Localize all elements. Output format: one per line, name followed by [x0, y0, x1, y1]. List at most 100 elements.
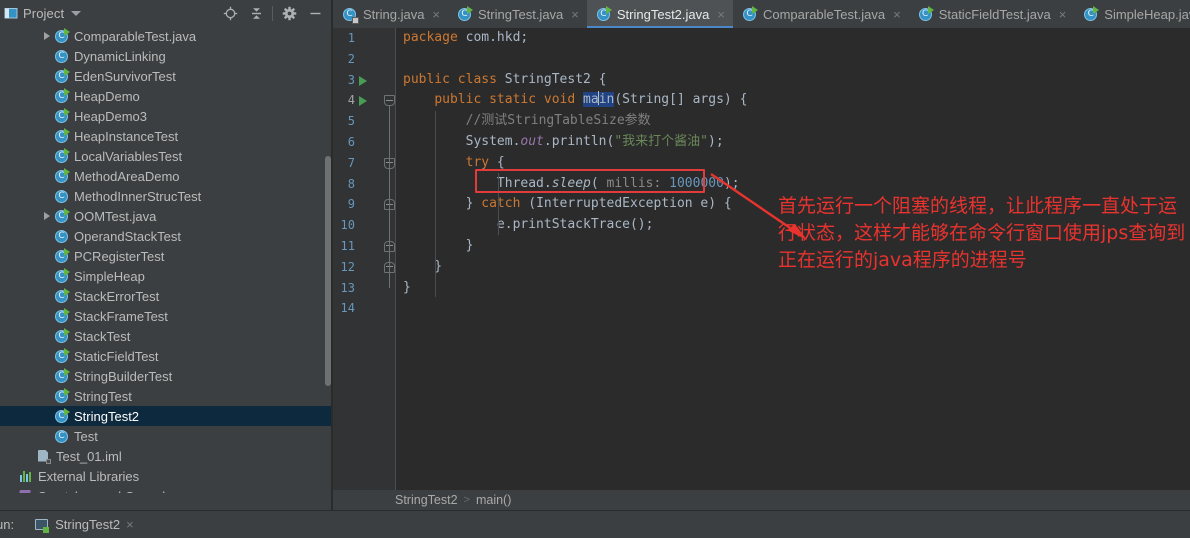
tree-item-stacktest[interactable]: C StackTest [0, 326, 332, 346]
code-line-4: public static void main(String[] args) { [434, 91, 748, 108]
tree-item-staticfieldtest[interactable]: C StaticFieldTest [0, 346, 332, 366]
tree-expand-spacer [44, 52, 50, 60]
code-fold-icon[interactable] [384, 95, 395, 107]
editor-tab-label: StringTest.java [478, 6, 564, 22]
line-number: 7 [347, 155, 355, 170]
tree-item-methodinnerstructest[interactable]: C MethodInnerStrucTest [0, 186, 332, 206]
tree-expand-spacer [44, 312, 50, 320]
run-configuration-tab[interactable]: StringTest2 × [34, 517, 134, 533]
tree-item-stringtest2[interactable]: C StringTest2 [0, 406, 332, 426]
project-panel-header: Project [0, 0, 332, 26]
breadcrumb-class[interactable]: StringTest2 [395, 493, 458, 507]
code-editor[interactable]: 1 2 3 4 5 6 7 8 9 10 11 12 13 14 package com.hkd; publ… [333, 28, 1190, 490]
run-configuration-icon [34, 518, 50, 533]
tree-item-stackframetest[interactable]: C StackFrameTest [0, 306, 332, 326]
tree-expand-arrow[interactable] [44, 32, 50, 40]
tree-item-comparabletest-java[interactable]: C ComparableTest.java [0, 26, 332, 46]
close-icon[interactable]: × [126, 517, 134, 532]
close-icon[interactable]: × [1059, 8, 1067, 21]
java-class-icon: C [457, 5, 474, 22]
editor-gutter[interactable]: 1 2 3 4 5 6 7 8 9 10 11 12 13 14 [333, 28, 396, 490]
java-class-icon: C [54, 107, 70, 124]
close-icon[interactable]: × [893, 8, 901, 21]
close-icon[interactable]: × [717, 8, 725, 21]
tree-item-scratches-and-consoles[interactable]: Scratches and Consoles [0, 486, 332, 493]
close-icon[interactable]: × [571, 8, 579, 21]
tree-item-stringbuildertest[interactable]: C StringBuilderTest [0, 366, 332, 386]
run-badge-icon [64, 307, 70, 316]
java-class-icon: C [54, 387, 70, 404]
tree-expand-spacer [44, 392, 50, 400]
run-badge-icon [751, 5, 758, 14]
tree-item-label: StackErrorTest [74, 288, 160, 304]
editor-tab-simpleheap-java[interactable]: CSimpleHeap.java× [1074, 0, 1190, 28]
tree-item-external-libraries[interactable]: External Libraries [0, 466, 332, 486]
annotation-note: 首先运行一个阻塞的线程，让此程序一直处于运行状态，这样才能够在命令行窗口使用jp… [778, 195, 1186, 271]
tree-item-pcregistertest[interactable]: C PCRegisterTest [0, 246, 332, 266]
chevron-down-icon[interactable] [71, 10, 82, 16]
editor-tab-string-java[interactable]: C String.java × [333, 0, 449, 28]
tree-item-test-01-iml[interactable]: Test_01.iml [0, 446, 332, 466]
tree-expand-spacer [44, 412, 50, 420]
project-tree[interactable]: C ComparableTest.java C DynamicLinking C Eden… [0, 26, 332, 493]
line-number: 2 [347, 51, 355, 66]
java-class-icon: C [54, 229, 69, 244]
tree-item-label: StackTest [74, 328, 131, 344]
minimize-icon[interactable] [302, 1, 328, 25]
tree-item-oomtest-java[interactable]: C OOMTest.java [0, 206, 332, 226]
editor-tab-label: SimpleHeap.java [1104, 6, 1190, 22]
tree-item-test[interactable]: C Test [0, 426, 332, 446]
tree-item-stringtest[interactable]: C StringTest [0, 386, 332, 406]
tree-item-label: MethodInnerStrucTest [74, 188, 202, 204]
java-class-icon: C [54, 87, 70, 104]
run-badge-icon [64, 347, 70, 356]
tree-item-label: Scratches and Consoles [38, 489, 179, 494]
external-libraries-icon [18, 469, 33, 484]
tree-item-operandstacktest[interactable]: C OperandStackTest [0, 226, 332, 246]
java-class-icon: C [54, 207, 70, 224]
tree-item-label: DynamicLinking [74, 48, 166, 64]
tree-item-label: StackFrameTest [74, 308, 168, 324]
java-class-icon: C [54, 407, 70, 424]
run-gutter-icon[interactable] [359, 75, 367, 86]
editor-tab-comparabletest-java[interactable]: C ComparableTest.java × [732, 0, 909, 28]
fold-region-line [389, 169, 390, 227]
editor-tab-label: ComparableTest.java [762, 6, 886, 22]
tree-expand-arrow[interactable] [44, 212, 50, 220]
java-class-icon: C [1083, 5, 1100, 22]
tree-item-stackerrortest[interactable]: C StackErrorTest [0, 286, 332, 306]
editor-tab-stringtest-java[interactable]: C StringTest.java × [448, 0, 587, 28]
editor-tab-stringtest2-java[interactable]: C StringTest2.java × [586, 0, 734, 28]
gutter-line-13: 13 [333, 278, 396, 299]
run-gutter-icon[interactable] [359, 96, 367, 107]
run-badge-icon [64, 27, 70, 36]
gear-icon[interactable] [276, 1, 302, 25]
java-class-icon: C [54, 347, 70, 364]
tree-item-label: MethodAreaDemo [74, 168, 180, 184]
java-class-icon: C [54, 429, 69, 444]
tree-item-heapinstancetest[interactable]: C HeapInstanceTest [0, 126, 332, 146]
java-class-icon: C [54, 27, 70, 44]
java-class-icon: C [54, 287, 70, 304]
tree-item-edensurvivortest[interactable]: C EdenSurvivorTest [0, 66, 332, 86]
tree-item-label: OperandStackTest [74, 228, 181, 244]
tree-expand-spacer [8, 492, 14, 493]
tree-expand-spacer [44, 92, 50, 100]
locate-target-icon[interactable] [217, 1, 243, 25]
close-icon[interactable]: × [432, 8, 440, 21]
tree-item-dynamiclinking[interactable]: C DynamicLinking [0, 46, 332, 66]
tree-item-heapdemo3[interactable]: C HeapDemo3 [0, 106, 332, 126]
breadcrumb-method[interactable]: main() [476, 493, 511, 507]
collapse-all-icon[interactable] [243, 1, 269, 25]
code-line-13: } [403, 279, 411, 295]
tree-item-localvariablestest[interactable]: C LocalVariablesTest [0, 146, 332, 166]
run-badge-icon [64, 367, 70, 376]
editor-tab-staticfieldtest-java[interactable]: C StaticFieldTest.java × [908, 0, 1075, 28]
tree-item-heapdemo[interactable]: C HeapDemo [0, 86, 332, 106]
tree-item-label: Test [74, 428, 98, 444]
line-number: 4 [347, 93, 355, 108]
tree-item-simpleheap[interactable]: C SimpleHeap [0, 266, 332, 286]
code-line-1: package com.hkd; [403, 30, 529, 45]
tree-item-methodareademo[interactable]: C MethodAreaDemo [0, 166, 332, 186]
